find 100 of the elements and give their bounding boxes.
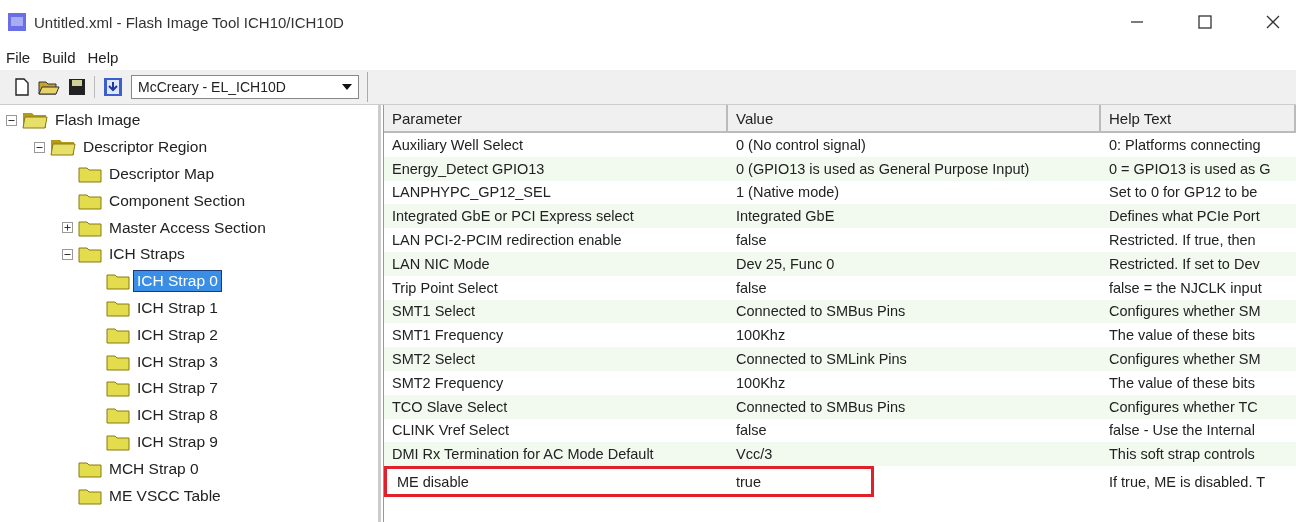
tree-item[interactable]: Descriptor Region [80, 137, 211, 158]
table-cell-text: Connected to SMLink Pins [735, 350, 908, 370]
table-cell-text: Connected to SMBus Pins [735, 397, 907, 417]
table-cell-text: SMT2 Frequency [391, 373, 505, 393]
table-cell-text: Auxiliary Well Select [391, 135, 525, 155]
tree-item[interactable]: Component Section [106, 190, 249, 211]
table-cell-text: CLINK Vref Select [391, 421, 511, 441]
table-row[interactable]: SMT2 Select Connected to SMLink Pins Configures whether SM [384, 347, 1296, 371]
column-header[interactable]: Value [728, 105, 1101, 131]
table-cell-text: Vcc/3 [735, 445, 774, 465]
table-cell-text: false = the NJCLK input [1108, 278, 1263, 298]
close-icon[interactable] [1266, 15, 1280, 29]
table-cell-text: Configures whether SM [1108, 350, 1262, 370]
maximize-icon[interactable] [1198, 15, 1212, 29]
table-cell-text: DMI Rx Termination for AC Mode Default [391, 445, 655, 465]
table-cell-text: false [735, 421, 768, 441]
column-header[interactable]: Help Text [1101, 105, 1296, 131]
table-row[interactable]: LAN NIC Mode Dev 25, Func 0 Restricted. If set to Dev [384, 252, 1296, 276]
table-cell-text: Restricted. If true, then [1108, 231, 1257, 251]
tree-item[interactable]: MCH Strap 0 [106, 458, 202, 479]
expander-icon[interactable] [33, 141, 45, 153]
table-cell-text: 0 = GPIO13 is used as G [1108, 159, 1272, 179]
table-cell-text: Set to 0 for GP12 to be [1108, 183, 1259, 203]
download-icon[interactable] [103, 77, 123, 97]
table-cell-text: 0: Platforms connecting [1108, 135, 1262, 155]
table-cell-text: Dev 25, Func 0 [735, 254, 836, 274]
table-cell-text: Restricted. If set to Dev [1108, 254, 1261, 274]
table-cell-text: SMT1 Frequency [391, 326, 505, 346]
folder-icon [78, 245, 102, 264]
table-cell-text: TCO Slave Select [391, 397, 509, 417]
table-cell-text: Integrated GbE [735, 207, 836, 227]
folder-icon [78, 165, 102, 183]
table-cell-text: false [735, 278, 768, 298]
folder-icon [106, 379, 130, 398]
table-cell-text: 0 (No control signal) [735, 135, 867, 155]
tree-item[interactable]: ICH Strap 3 [134, 351, 221, 372]
save-icon[interactable] [68, 78, 86, 96]
table-cell-text: LANPHYPC_GP12_SEL [391, 183, 552, 203]
open-folder-icon[interactable] [38, 78, 60, 96]
tree-item[interactable]: ICH Strap 9 [134, 431, 221, 452]
table-cell-text: true [735, 472, 762, 492]
table-cell-text: 100Khz [735, 326, 787, 346]
folder-icon [78, 486, 102, 505]
table-cell-text: 100Khz [735, 373, 787, 393]
table-cell-text: SMT2 Select [391, 350, 476, 370]
table-row[interactable]: SMT1 Select Connected to SMBus Pins Configures whether SM [384, 299, 1296, 324]
platform-dropdown[interactable]: McCreary - EL_ICH10D [131, 75, 359, 99]
expander-icon[interactable] [61, 222, 73, 234]
new-file-icon[interactable] [14, 78, 30, 96]
folder-icon [78, 459, 102, 478]
folder-icon [78, 218, 102, 237]
table-row[interactable]: Integrated GbE or PCI Express select Integrated GbE Defines what PCIe Port [384, 204, 1296, 229]
table-cell-text: LAN PCI-2-PCIM redirection enable [391, 231, 623, 251]
tree-item[interactable]: ICH Straps [106, 244, 188, 265]
table-cell-text: The value of these bits [1108, 373, 1256, 393]
table-row[interactable]: DMI Rx Termination for AC Mode Default Vcc/3 This soft strap controls [384, 442, 1296, 467]
expander-icon[interactable] [5, 114, 17, 126]
tree-item[interactable]: ICH Strap 7 [134, 378, 221, 399]
folder-icon [106, 432, 130, 451]
tree-item[interactable]: Master Access Section [106, 217, 269, 238]
table-row[interactable]: Energy_Detect GPIO13 0 (GPIO13 is used as General Purpose Input) 0 = GPIO13 is used as G [384, 156, 1296, 181]
window-title: Untitled.xml - Flash Image Tool ICH10/ICH10D [34, 13, 344, 31]
table-cell-text: Energy_Detect GPIO13 [391, 159, 546, 179]
table-cell-text: If true, ME is disabled. T [1108, 472, 1267, 492]
folder-icon [22, 111, 48, 130]
folder-icon [106, 406, 130, 425]
menu-item[interactable]: Build [42, 48, 76, 66]
table-cell-text: Trip Point Select [391, 278, 499, 298]
tree-item[interactable]: ICH Strap 2 [134, 324, 221, 345]
tree-item[interactable]: Flash Image [52, 110, 144, 131]
table-cell-text: Connected to SMBus Pins [735, 302, 907, 322]
folder-icon [106, 298, 130, 317]
menu-item[interactable]: File [6, 48, 31, 66]
dropdown-arrow-icon [342, 84, 352, 90]
table-cell-text: false - Use the Internal [1108, 421, 1256, 441]
table-cell-text: Configures whether TC [1108, 397, 1259, 417]
table-cell-text: SMT1 Select [391, 302, 476, 322]
table-row[interactable]: TCO Slave Select Connected to SMBus Pins Configures whether TC [384, 394, 1296, 419]
tree-item[interactable]: ME VSCC Table [106, 485, 224, 506]
menu-item[interactable]: Help [87, 48, 119, 66]
app-icon [8, 13, 26, 31]
tree-item[interactable]: ICH Strap 8 [134, 405, 221, 426]
table-cell-text: Integrated GbE or PCI Express select [391, 207, 635, 227]
table-cell-text: LAN NIC Mode [391, 254, 491, 274]
expander-icon[interactable] [61, 248, 73, 260]
folder-icon [106, 325, 130, 344]
table-cell-text: false [735, 231, 768, 251]
table-cell-text: 0 (GPIO13 is used as General Purpose Input) [735, 159, 1031, 179]
table-cell-text: Defines what PCIe Port [1108, 207, 1261, 227]
tree-item[interactable]: Descriptor Map [106, 164, 218, 184]
table-cell-text: 1 (Native mode) [735, 183, 841, 203]
folder-icon [106, 352, 130, 371]
folder-icon [106, 272, 130, 291]
table-cell-text: The value of these bits [1108, 326, 1256, 346]
table-cell-text: Configures whether SM [1108, 302, 1262, 322]
column-header[interactable]: Parameter [384, 105, 728, 131]
table-cell-text: ME disable [396, 472, 470, 492]
folder-icon [50, 138, 76, 157]
table-cell-text: This soft strap controls [1108, 445, 1256, 465]
tree-item[interactable]: ICH Strap 1 [134, 297, 221, 318]
